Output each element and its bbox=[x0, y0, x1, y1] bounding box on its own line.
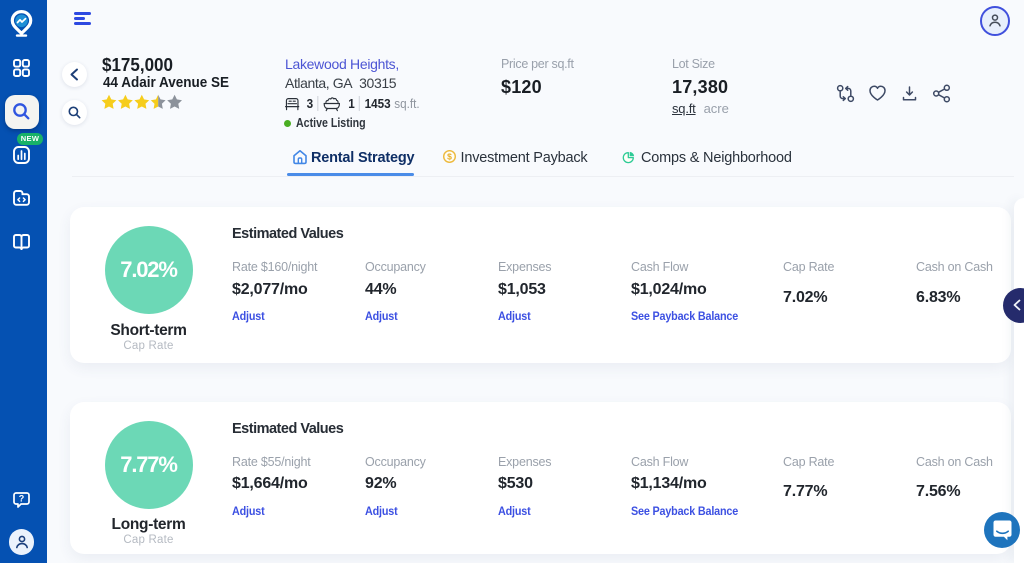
svg-text:?: ? bbox=[19, 494, 25, 504]
svg-text:$: $ bbox=[447, 151, 452, 161]
